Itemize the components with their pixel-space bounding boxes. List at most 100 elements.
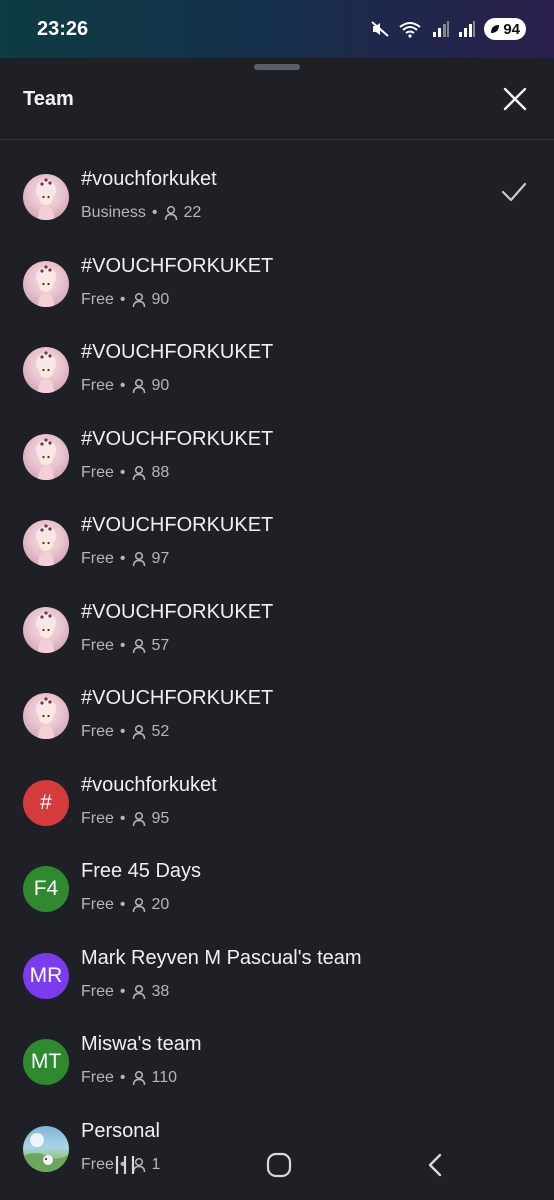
team-avatar-initials: MR (23, 952, 69, 999)
team-row[interactable]: #VOUCHFORKUKET Free • 52 (0, 681, 554, 768)
team-name: #VOUCHFORKUKET (81, 427, 274, 450)
wifi-icon (398, 19, 424, 39)
person-icon (132, 1070, 146, 1086)
separator-dot: • (119, 723, 126, 740)
team-avatar-initials: F4 (23, 866, 69, 912)
separator-dot: • (119, 982, 126, 1000)
separator-dot: • (119, 636, 126, 654)
team-meta: Free • 38 (81, 983, 169, 1001)
team-meta: Free • 88 (81, 464, 169, 482)
team-avatar-image (23, 433, 69, 480)
team-name: #VOUCHFORKUKET (81, 514, 274, 536)
leaf-icon (491, 25, 500, 33)
team-row[interactable]: #VOUCHFORKUKET Free • 57 (0, 595, 554, 682)
team-avatar-initials: MT (23, 1039, 69, 1085)
team-meta: Free • 90 (81, 291, 169, 309)
separator-dot: • (119, 1069, 126, 1086)
member-count: 38 (151, 982, 170, 1000)
team-bottom-sheet: Team #vouchforkuket Business • 22 #VOUCHFORK… (0, 58, 554, 1200)
team-row[interactable]: #vouchforkuket Business • 22 (0, 162, 554, 249)
recents-icon (115, 1156, 135, 1174)
member-count: 20 (151, 896, 170, 913)
member-count: 97 (151, 550, 170, 567)
avatar-initials: F4 (33, 877, 59, 900)
separator-dot: • (119, 896, 126, 913)
sheet-title: Team (23, 88, 74, 110)
team-plan: Free (81, 982, 114, 1000)
team-avatar-image (23, 174, 69, 220)
battery-indicator: 94 (484, 18, 526, 40)
team-name: #VOUCHFORKUKET (81, 254, 274, 277)
person-icon (132, 897, 146, 913)
team-name: #VOUCHFORKUKET (81, 687, 274, 709)
back-button[interactable] (424, 1152, 446, 1183)
person-icon (132, 465, 146, 481)
team-row[interactable]: #VOUCHFORKUKET Free • 90 (0, 249, 554, 336)
separator-dot: • (119, 550, 126, 567)
home-button[interactable] (266, 1152, 292, 1183)
team-avatar-image (23, 606, 69, 653)
team-row[interactable]: MR Mark Reyven M Pascual's team Free • 38 (0, 941, 554, 1028)
team-avatar-image (23, 260, 69, 307)
home-icon (266, 1152, 292, 1178)
team-row[interactable]: MT Miswa's team Free • 110 (0, 1027, 554, 1114)
team-avatar-image (23, 693, 69, 739)
team-plan: Free (81, 896, 114, 913)
member-count: 57 (151, 636, 170, 654)
recents-button[interactable] (112, 1152, 138, 1183)
team-name: #VOUCHFORKUKET (81, 341, 274, 363)
battery-level: 94 (503, 20, 520, 38)
team-row[interactable]: #VOUCHFORKUKET Free • 88 (0, 422, 554, 509)
close-button[interactable] (502, 86, 528, 112)
separator-dot: • (119, 463, 126, 481)
avatar-initials: # (40, 790, 52, 814)
team-plan: Free (81, 377, 114, 394)
member-count: 52 (151, 723, 170, 740)
team-name: Miswa's team (81, 1033, 202, 1055)
team-row[interactable]: F4 Free 45 Days Free • 20 (0, 854, 554, 941)
separator-dot: • (119, 377, 126, 394)
separator-dot: • (151, 204, 158, 221)
back-icon (428, 1153, 442, 1177)
member-count: 110 (151, 1069, 178, 1086)
team-meta: Free • 97 (81, 550, 169, 568)
member-count: 95 (151, 809, 170, 827)
member-count: 88 (151, 463, 170, 481)
person-icon (132, 984, 146, 1000)
team-row[interactable]: #VOUCHFORKUKET Free • 90 (0, 335, 554, 422)
member-count: 90 (151, 290, 170, 308)
screen: 23:26 94 Team #vouchforkuket Business • … (0, 0, 554, 1200)
status-icons: 94 (370, 18, 526, 40)
signal-icon-1 (432, 20, 450, 38)
person-icon (132, 638, 146, 654)
separator-dot: • (119, 809, 126, 827)
team-name: #VOUCHFORKUKET (81, 600, 274, 623)
team-plan: Free (81, 550, 114, 567)
team-name: Mark Reyven M Pascual's team (81, 946, 362, 969)
team-plan: Free (81, 809, 114, 827)
member-count: 22 (183, 204, 202, 221)
team-meta: Free • 20 (81, 896, 169, 914)
person-icon (164, 205, 178, 221)
avatar-initials: MT (30, 1050, 62, 1073)
team-meta: Free • 95 (81, 810, 169, 828)
team-plan: Free (81, 636, 114, 654)
status-time: 23:26 (37, 18, 89, 40)
person-icon (132, 378, 146, 394)
team-meta: Free • 90 (81, 377, 169, 395)
team-row[interactable]: #VOUCHFORKUKET Free • 97 (0, 508, 554, 595)
team-avatar-image (23, 520, 69, 566)
team-meta: Free • 52 (81, 723, 169, 741)
team-plan: Free (81, 723, 114, 740)
team-name: Free 45 Days (81, 860, 202, 882)
team-row[interactable]: # #vouchforkuket Free • 95 (0, 768, 554, 855)
member-count: 90 (151, 377, 170, 394)
person-icon (132, 292, 146, 308)
person-icon (132, 811, 146, 827)
team-list: #vouchforkuket Business • 22 #VOUCHFORKUKET F… (0, 162, 554, 1200)
system-nav-bar (0, 1140, 554, 1190)
team-plan: Free (81, 463, 114, 481)
sheet-header: Team (0, 58, 554, 140)
team-name: #vouchforkuket (81, 168, 217, 190)
team-avatar-initials: # (23, 779, 69, 826)
